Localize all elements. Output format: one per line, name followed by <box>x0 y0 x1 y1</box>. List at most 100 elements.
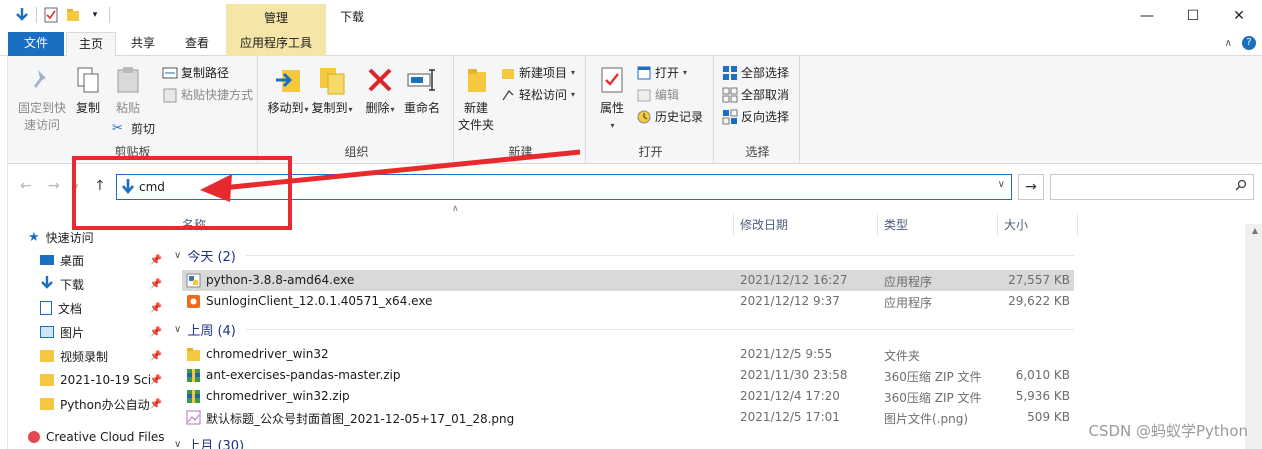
nav-item-label: 视频录制 <box>60 349 109 364</box>
file-type: 应用程序 <box>884 296 933 310</box>
select-none-button[interactable]: 全部取消 <box>722 86 789 103</box>
new-group-label: 新建 <box>508 145 533 159</box>
file-row[interactable]: 默认标题_公众号封面首图_2021-12-05+17_01_28.png 202… <box>182 407 1074 428</box>
nav-item-label: 文档 <box>58 301 83 316</box>
select-group-label: 选择 <box>745 145 770 159</box>
file-list: ∧ 名称 修改日期 类型 大小 ∨ 今天 (2) python-3.8.8-am… <box>174 204 1262 449</box>
copy-to-button[interactable]: 复制到▾ <box>310 64 354 118</box>
nav-item-label: Creative Cloud Files <box>46 430 165 444</box>
file-name: python-3.8.8-amd64.exe <box>206 273 355 287</box>
nav-item-sci-folder[interactable]: 2021-10-19 Sci 📌 <box>28 369 174 391</box>
scroll-up-icon[interactable]: ▲ <box>1252 226 1258 235</box>
annotation-highlight-box <box>72 156 292 230</box>
pinned-icon[interactable]: 📌 <box>150 351 162 362</box>
nav-item-downloads[interactable]: 下载 📌 <box>28 273 174 295</box>
maximize-button[interactable]: ☐ <box>1170 0 1216 32</box>
column-header-date[interactable]: 修改日期 <box>734 214 878 236</box>
paste-shortcut-label: 粘贴快捷方式 <box>181 88 254 102</box>
nav-item-python-automation[interactable]: Python办公自动 📌 <box>28 393 174 415</box>
search-input[interactable] <box>1050 174 1254 200</box>
edit-button[interactable]: 编辑 <box>636 86 679 103</box>
copy-to-label: 复制到 <box>311 101 348 115</box>
new-folder-button[interactable]: 新建 文件夹 <box>456 64 496 134</box>
file-type: 文件夹 <box>884 349 921 363</box>
file-type: 应用程序 <box>884 275 933 289</box>
easy-access-button[interactable]: 轻松访问 ▾ <box>500 86 575 103</box>
history-button[interactable]: 历史记录 <box>636 108 703 125</box>
tab-file[interactable]: 文件 <box>8 32 64 56</box>
pinned-icon[interactable]: 📌 <box>150 279 162 290</box>
paste-shortcut-button[interactable]: 粘贴快捷方式 <box>162 86 253 103</box>
manage-tab-header[interactable]: 管理 <box>226 4 326 34</box>
minimize-button[interactable]: — <box>1124 0 1170 32</box>
ribbon: 固定到快速访问 复制 粘贴 复制路径 粘贴快捷方式 ✂ 剪切 剪贴板 移动到▾ … <box>8 56 1262 164</box>
tab-view[interactable]: 查看 <box>172 32 222 56</box>
file-row[interactable]: chromedriver_win32 2021/12/5 9:55 文件夹 <box>182 344 1074 365</box>
file-name: ant-exercises-pandas-master.zip <box>206 368 401 382</box>
nav-item-video-recording[interactable]: 视频录制 📌 <box>28 345 174 367</box>
close-button[interactable]: ✕ <box>1216 0 1262 32</box>
folder-icon <box>40 350 54 362</box>
invert-selection-label: 反向选择 <box>741 110 790 124</box>
properties-check-icon[interactable] <box>43 6 59 24</box>
nav-item-desktop[interactable]: 桌面 📌 <box>28 249 174 271</box>
tab-home[interactable]: 主页 <box>66 32 116 57</box>
file-size: 6,010 KB <box>1015 368 1070 382</box>
copy-button[interactable]: 复制 <box>72 64 104 117</box>
pin-quick-access-label: 固定到快速访问 <box>17 101 66 132</box>
delete-button[interactable]: 删除▾ <box>364 64 396 118</box>
nav-item-pictures[interactable]: 图片 📌 <box>28 321 174 343</box>
move-to-button[interactable]: 移动到▾ <box>266 64 310 118</box>
group-header-today[interactable]: ∨ 今天 (2) <box>174 246 236 265</box>
select-all-button[interactable]: 全部选择 <box>722 64 789 81</box>
group-header-last-week[interactable]: ∨ 上周 (4) <box>174 320 236 339</box>
open-button[interactable]: 打开 ▾ <box>636 64 687 81</box>
pinned-icon[interactable]: 📌 <box>150 327 162 338</box>
pinned-icon[interactable]: 📌 <box>150 375 162 386</box>
paste-label: 粘贴 <box>115 101 140 115</box>
nav-item-creative-cloud[interactable]: Creative Cloud Files <box>28 426 174 448</box>
paste-button[interactable]: 粘贴 <box>112 64 144 117</box>
pinned-icon[interactable]: 📌 <box>150 303 162 314</box>
column-header-type[interactable]: 类型 <box>878 214 998 236</box>
tab-app-tools[interactable]: 应用程序工具 <box>226 32 326 56</box>
cut-button[interactable]: ✂ 剪切 <box>112 120 155 137</box>
properties-button[interactable]: 属性 ▾ <box>592 64 632 134</box>
file-size: 509 KB <box>1027 410 1070 424</box>
sunlogin-icon <box>186 294 201 309</box>
scissors-icon: ✂ <box>112 120 123 136</box>
tab-share[interactable]: 共享 <box>120 32 166 56</box>
file-row[interactable]: chromedriver_win32.zip 2021/12/4 17:20 3… <box>182 386 1074 407</box>
collapse-chevron-icon: ∨ <box>174 250 182 261</box>
new-item-button[interactable]: 新建项目 ▾ <box>500 64 575 81</box>
help-icon[interactable]: ? <box>1242 36 1256 50</box>
back-arrow-icon[interactable]: ← <box>20 178 32 194</box>
download-arrow-icon[interactable] <box>14 6 30 24</box>
forward-arrow-icon[interactable]: → <box>48 178 60 194</box>
rename-button[interactable]: 重命名 <box>402 64 442 117</box>
file-row[interactable]: python-3.8.8-amd64.exe 2021/12/12 16:27 … <box>182 270 1074 291</box>
pinned-icon[interactable]: 📌 <box>150 255 162 266</box>
pin-quick-access-button[interactable]: 固定到快速访问 <box>14 64 70 134</box>
vertical-scrollbar[interactable]: ▲ <box>1245 224 1262 449</box>
group-header-last-month[interactable]: ∨ 上月 (30) <box>174 435 244 449</box>
go-button[interactable]: → <box>1018 174 1044 200</box>
properties-caret-icon: ▾ <box>610 121 615 130</box>
file-row[interactable]: SunloginClient_12.0.1.40571_x64.exe 2021… <box>182 291 1074 312</box>
cut-label: 剪切 <box>131 122 156 136</box>
easy-access-label: 轻松访问 <box>519 88 568 102</box>
collapse-ribbon-icon[interactable]: ∧ <box>1225 38 1232 49</box>
file-type: 360压缩 ZIP 文件 <box>884 391 982 405</box>
pinned-icon[interactable]: 📌 <box>150 399 162 410</box>
move-to-label: 移动到 <box>267 101 304 115</box>
copy-to-caret-icon: ▾ <box>348 105 353 114</box>
invert-selection-button[interactable]: 反向选择 <box>722 108 789 125</box>
nav-item-documents[interactable]: 文档 📌 <box>28 297 174 319</box>
file-type: 360压缩 ZIP 文件 <box>884 370 982 384</box>
new-folder-icon[interactable] <box>65 6 81 24</box>
address-dropdown-icon[interactable]: ∨ <box>998 179 1005 190</box>
file-row[interactable]: ant-exercises-pandas-master.zip 2021/11/… <box>182 365 1074 386</box>
copy-path-button[interactable]: 复制路径 <box>162 64 229 81</box>
column-header-size[interactable]: 大小 <box>998 214 1078 236</box>
customize-dropdown-icon[interactable]: ▾ <box>87 6 103 24</box>
